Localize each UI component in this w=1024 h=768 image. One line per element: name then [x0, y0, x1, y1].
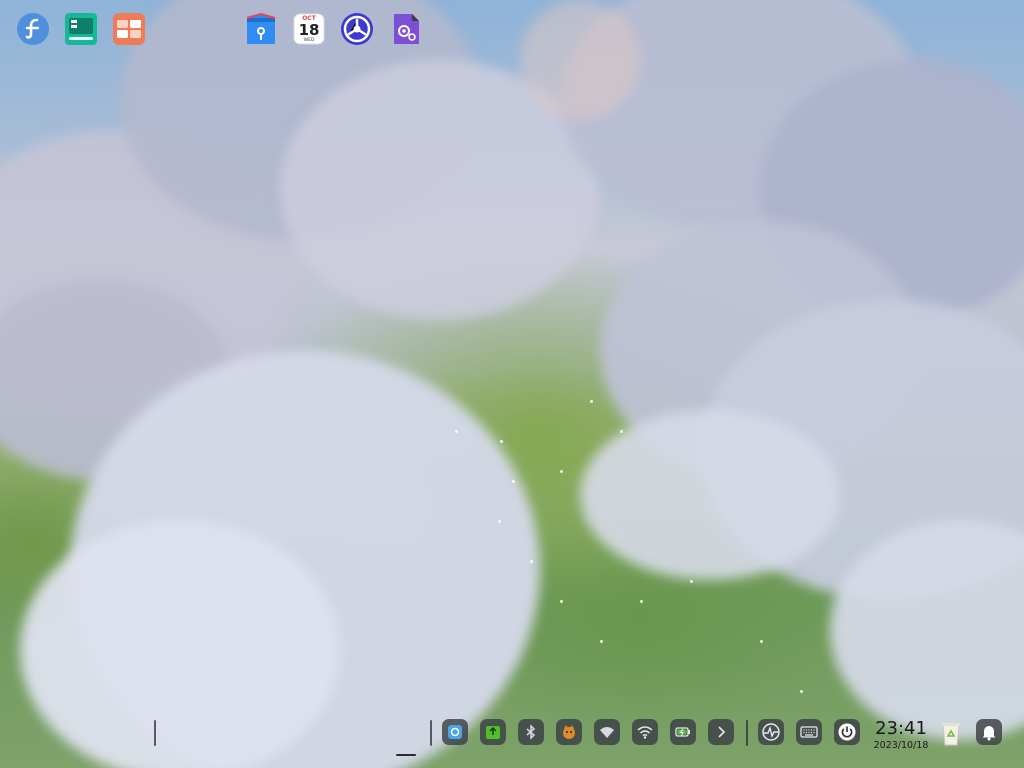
chevron-right-icon: [718, 726, 726, 738]
workspace-button[interactable]: [112, 12, 146, 46]
app-tray-2-button[interactable]: [556, 719, 582, 745]
wifi-tray-button[interactable]: [632, 719, 658, 745]
calendar-weekday: WED: [303, 38, 315, 43]
battery-tray-button[interactable]: [670, 719, 696, 745]
multitask-view-button[interactable]: [64, 12, 98, 46]
workspace-icon: [113, 13, 145, 45]
app-store-icon: [341, 13, 373, 45]
app-store-button[interactable]: [340, 12, 374, 46]
multitask-view-icon: [65, 13, 97, 45]
notification-center-button[interactable]: [976, 719, 1002, 745]
app-tray-icon: [486, 726, 500, 739]
clock-time[interactable]: 23:41: [872, 718, 930, 739]
calendar-day: 18: [298, 21, 320, 39]
screenshot-icon: [448, 725, 462, 739]
wifi-icon: [637, 726, 653, 739]
system-monitor-icon: [762, 723, 780, 741]
control-center-icon: [394, 14, 419, 44]
dock-separator-center: [430, 720, 432, 746]
system-monitor-button[interactable]: [758, 719, 784, 745]
desktop-wallpaper: [0, 0, 1024, 768]
trash-button[interactable]: [936, 718, 966, 748]
bell-icon: [982, 726, 996, 741]
tray-expand-button[interactable]: [708, 719, 734, 745]
trash-icon: [942, 723, 960, 746]
shutdown-button[interactable]: [834, 719, 860, 745]
dock-separator-right: [746, 720, 748, 746]
power-icon: [838, 723, 856, 741]
battery-charging-icon: [675, 727, 690, 737]
network-tray-button[interactable]: [594, 719, 620, 745]
screen-capture-tray-button[interactable]: [442, 719, 468, 745]
control-center-button[interactable]: [389, 12, 423, 46]
active-app-indicator: [396, 754, 416, 756]
bluetooth-icon: [526, 724, 536, 740]
keyboard-icon: [800, 726, 818, 738]
clock-date[interactable]: 2023/10/18: [870, 740, 932, 751]
deepin-launcher-icon: [17, 13, 49, 45]
dock-separator-left: [154, 720, 156, 746]
calendar-button[interactable]: OCT 18 WED: [292, 12, 326, 46]
launcher-button[interactable]: [16, 12, 50, 46]
wired-network-icon: [600, 727, 614, 738]
onboard-keyboard-button[interactable]: [796, 719, 822, 745]
cat-icon: [563, 725, 575, 739]
file-manager-icon: [246, 12, 276, 44]
bluetooth-tray-button[interactable]: [518, 719, 544, 745]
file-manager-button[interactable]: [244, 12, 278, 46]
app-tray-button[interactable]: [480, 719, 506, 745]
